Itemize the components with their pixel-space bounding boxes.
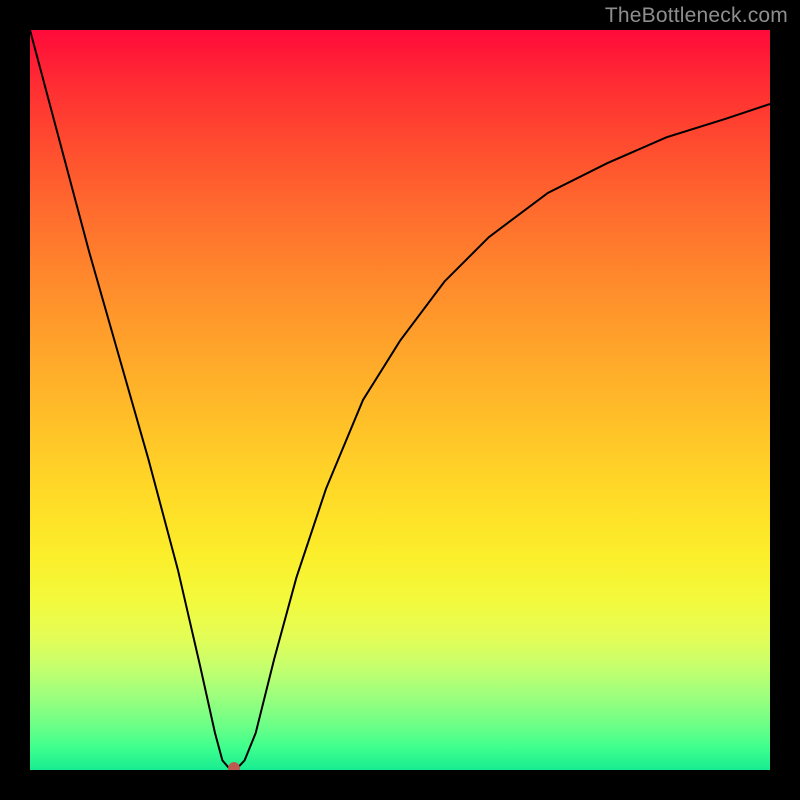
plot-area <box>30 30 770 770</box>
bottleneck-curve <box>30 30 770 769</box>
chart-frame: TheBottleneck.com <box>0 0 800 800</box>
attribution-label: TheBottleneck.com <box>605 4 788 28</box>
minimum-marker <box>228 762 240 770</box>
curve-svg <box>30 30 770 770</box>
